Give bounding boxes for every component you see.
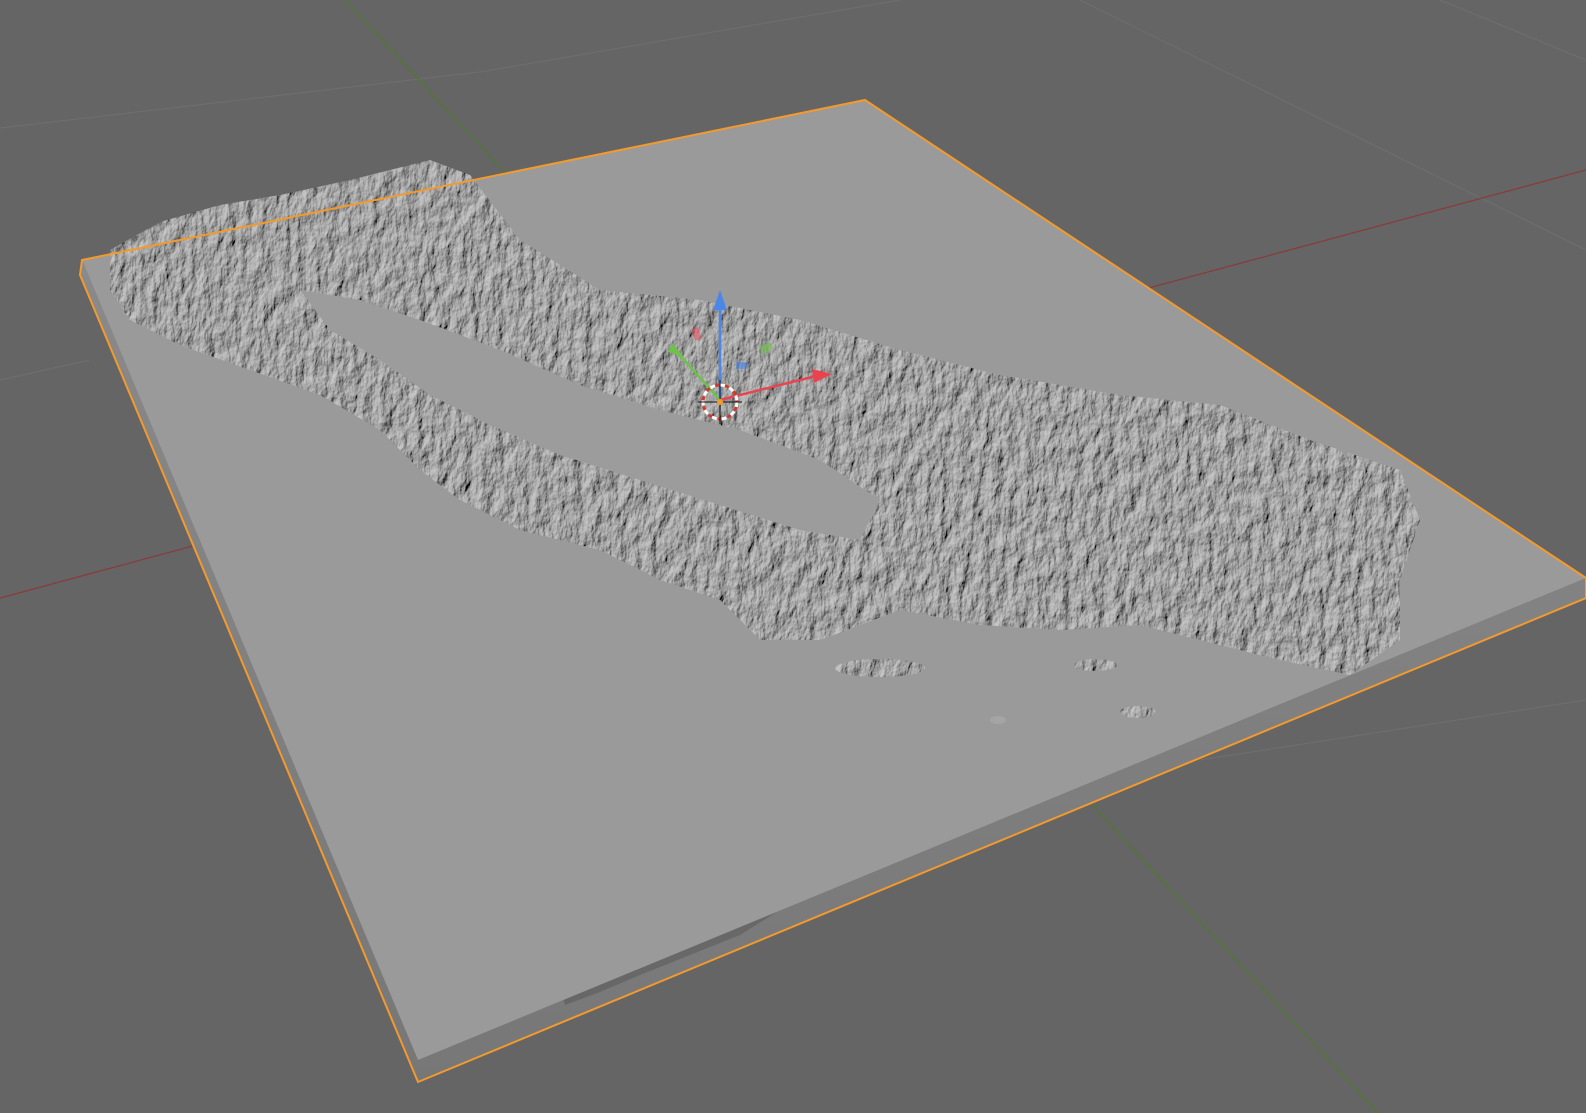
3d-viewport[interactable] xyxy=(0,0,1586,1113)
yz-plane-handle[interactable] xyxy=(736,362,748,369)
island xyxy=(1073,659,1117,671)
island xyxy=(990,716,1006,724)
island xyxy=(835,659,925,677)
viewport-canvas[interactable] xyxy=(0,0,1586,1113)
island xyxy=(1120,706,1156,718)
